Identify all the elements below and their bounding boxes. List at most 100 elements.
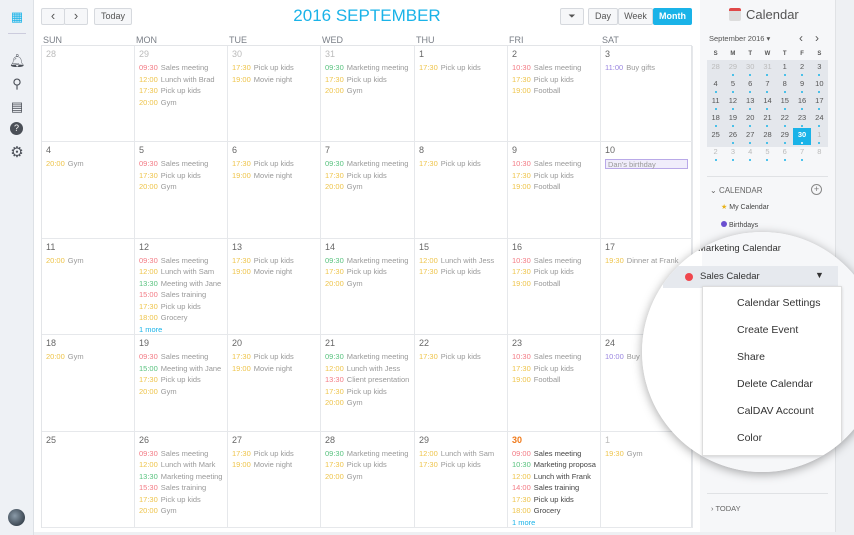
day-cell[interactable]: 30 17:30 Pick up kids 19:00 Movie night <box>228 46 321 143</box>
event[interactable]: 09:30 Sales meeting <box>139 256 223 268</box>
mini-day[interactable]: 1 <box>811 128 828 145</box>
event[interactable]: 09:30 Sales meeting <box>139 449 223 461</box>
mini-day[interactable]: 30 <box>742 60 759 77</box>
mini-day[interactable]: 7 <box>793 145 810 162</box>
day-cell[interactable]: 25 <box>42 431 135 528</box>
event[interactable]: 15:00 Sales training <box>139 290 223 302</box>
event[interactable]: 10:30 Sales meeting <box>512 63 596 75</box>
event[interactable]: 13:30 Marketing meeting <box>139 472 223 484</box>
event[interactable]: 20:00 Gym <box>139 387 223 399</box>
mini-day[interactable]: 6 <box>742 77 759 94</box>
day-cell[interactable]: 22 17:30 Pick up kids <box>415 335 508 432</box>
event[interactable]: 10:30 Sales meeting <box>512 352 596 364</box>
event[interactable]: 19:00 Football <box>512 375 596 387</box>
mini-day[interactable]: 3 <box>724 145 741 162</box>
event[interactable]: 20:00 Gym <box>325 86 410 98</box>
mini-day[interactable]: 29 <box>776 128 793 145</box>
event[interactable]: 17:30 Pick up kids <box>512 171 596 183</box>
view-day-button[interactable]: Day <box>588 8 618 25</box>
all-day-event[interactable]: Dan's birthday <box>605 159 688 170</box>
event[interactable]: 13:30 Meeting with Jane <box>139 279 223 291</box>
view-month-button[interactable]: Month <box>653 8 692 25</box>
mini-next-button[interactable]: › <box>815 31 819 45</box>
mini-day[interactable]: 21 <box>759 111 776 128</box>
event[interactable]: 11:00 Buy gifts <box>605 63 688 75</box>
event[interactable]: 17:30 Pick up kids <box>232 449 316 461</box>
event[interactable]: 17:30 Pick up kids <box>139 495 223 507</box>
mini-day[interactable]: 15 <box>776 94 793 111</box>
day-cell[interactable]: 29 12:00 Lunch with Sam 17:30 Pick up kids <box>415 431 508 528</box>
day-cell[interactable]: 29 09:30 Sales meeting 12:00 Lunch with Brad… <box>135 46 228 143</box>
menu-item-delete-calendar[interactable]: Delete Calendar <box>737 378 813 390</box>
event[interactable]: 18:00 Grocery <box>139 313 223 325</box>
event[interactable]: 19:00 Movie night <box>232 171 316 183</box>
day-cell[interactable]: 20 17:30 Pick up kids 19:00 Movie night <box>228 335 321 432</box>
event[interactable]: 20:00 Gym <box>325 472 410 484</box>
event[interactable]: 17:30 Pick up kids <box>232 159 316 171</box>
calendar-check-icon[interactable]: ▤ <box>9 99 25 115</box>
event[interactable]: 17:30 Pick up kids <box>419 63 503 75</box>
event[interactable]: 17:30 Pick up kids <box>139 171 223 183</box>
event[interactable]: 17:30 Pick up kids <box>419 159 503 171</box>
mini-day[interactable]: 5 <box>759 145 776 162</box>
mini-day[interactable]: 30 <box>793 128 811 145</box>
gear-icon[interactable]: ⚙ <box>9 145 25 161</box>
day-cell[interactable]: 31 09:30 Marketing meeting 17:30 Pick up kid… <box>321 46 415 143</box>
mini-day[interactable]: 28 <box>707 60 724 77</box>
event[interactable]: 15:30 Sales training <box>139 483 223 495</box>
mini-day[interactable]: 5 <box>724 77 741 94</box>
mini-day[interactable]: 3 <box>811 60 828 77</box>
day-cell[interactable]: 1 17:30 Pick up kids <box>415 46 508 143</box>
event[interactable]: 17:30 Pick up kids <box>232 63 316 75</box>
calendar-section-toggle[interactable]: ⌄ CALENDAR <box>710 186 763 195</box>
filter-button[interactable]: ⏷ <box>560 8 584 25</box>
dashboard-icon[interactable]: ▦ <box>9 9 25 25</box>
day-cell[interactable]: 14 09:30 Marketing meeting 17:30 Pick up kid… <box>321 238 415 336</box>
day-cell[interactable]: 23 10:30 Sales meeting 17:30 Pick up kids 19:… <box>508 335 601 432</box>
event[interactable]: 19:00 Movie night <box>232 460 316 472</box>
event[interactable]: 12:00 Lunch with Jess <box>419 256 503 268</box>
event[interactable]: 09:30 Sales meeting <box>139 63 223 75</box>
menu-item-color[interactable]: Color <box>737 432 762 444</box>
day-cell[interactable]: 27 17:30 Pick up kids 19:00 Movie night <box>228 431 321 528</box>
event[interactable]: 17:30 Pick up kids <box>325 267 410 279</box>
mini-day[interactable]: 18 <box>707 111 724 128</box>
mini-day[interactable]: 1 <box>776 60 793 77</box>
event[interactable]: 10:30 Sales meeting <box>512 159 596 171</box>
mini-day[interactable]: 4 <box>742 145 759 162</box>
event[interactable]: 17:30 Pick up kids <box>512 267 596 279</box>
day-cell[interactable]: 12 09:30 Sales meeting 12:00 Lunch with Sam 1… <box>135 238 228 336</box>
event[interactable]: 14:00 Sales training <box>512 483 596 495</box>
event[interactable]: 12:00 Lunch with Sam <box>419 449 503 461</box>
mini-day[interactable]: 16 <box>793 94 810 111</box>
event[interactable]: 19:00 Movie night <box>232 75 316 87</box>
mini-day[interactable]: 19 <box>724 111 741 128</box>
event[interactable]: 20:00 Gym <box>139 98 223 110</box>
mini-day[interactable]: 2 <box>707 145 724 162</box>
mini-day[interactable]: 8 <box>811 145 828 162</box>
event[interactable]: 10:30 Marketing proposal <box>512 460 596 472</box>
event[interactable]: 17:30 Pick up kids <box>512 75 596 87</box>
event[interactable]: 09:30 Marketing meeting <box>325 449 410 461</box>
day-cell[interactable]: 9 10:30 Sales meeting 17:30 Pick up kids 19:0… <box>508 142 601 239</box>
mini-day[interactable]: 22 <box>776 111 793 128</box>
event[interactable]: 17:30 Pick up kids <box>139 375 223 387</box>
event[interactable]: 19:00 Football <box>512 86 596 98</box>
menu-item-caldav-account[interactable]: CalDAV Account <box>737 405 814 417</box>
event[interactable]: 12:00 Lunch with Frank <box>512 472 596 484</box>
day-cell[interactable]: 28 09:30 Marketing meeting 17:30 Pick up kid… <box>321 431 415 528</box>
event[interactable]: 19:00 Football <box>512 279 596 291</box>
event[interactable]: 09:00 Sales meeting <box>512 449 596 461</box>
event[interactable]: 17:30 Pick up kids <box>325 387 410 399</box>
day-cell[interactable]: 13 17:30 Pick up kids 19:00 Movie night <box>228 238 321 336</box>
mini-day[interactable]: 26 <box>724 128 741 145</box>
add-calendar-button[interactable]: + <box>811 184 822 195</box>
event[interactable]: 20:00 Gym <box>139 506 223 518</box>
caret-down-icon[interactable]: ▼ <box>815 270 824 280</box>
calendar-item-my-calendar[interactable]: ★ My Calendar <box>721 203 769 211</box>
day-cell[interactable]: 10 Dan's birthday <box>601 142 693 239</box>
day-cell[interactable]: 4 20:00 Gym <box>42 142 135 239</box>
mini-day[interactable]: 31 <box>759 60 776 77</box>
event[interactable]: 17:30 Pick up kids <box>139 86 223 98</box>
calendar-item-marketing[interactable]: Marketing Calendar <box>685 243 781 254</box>
